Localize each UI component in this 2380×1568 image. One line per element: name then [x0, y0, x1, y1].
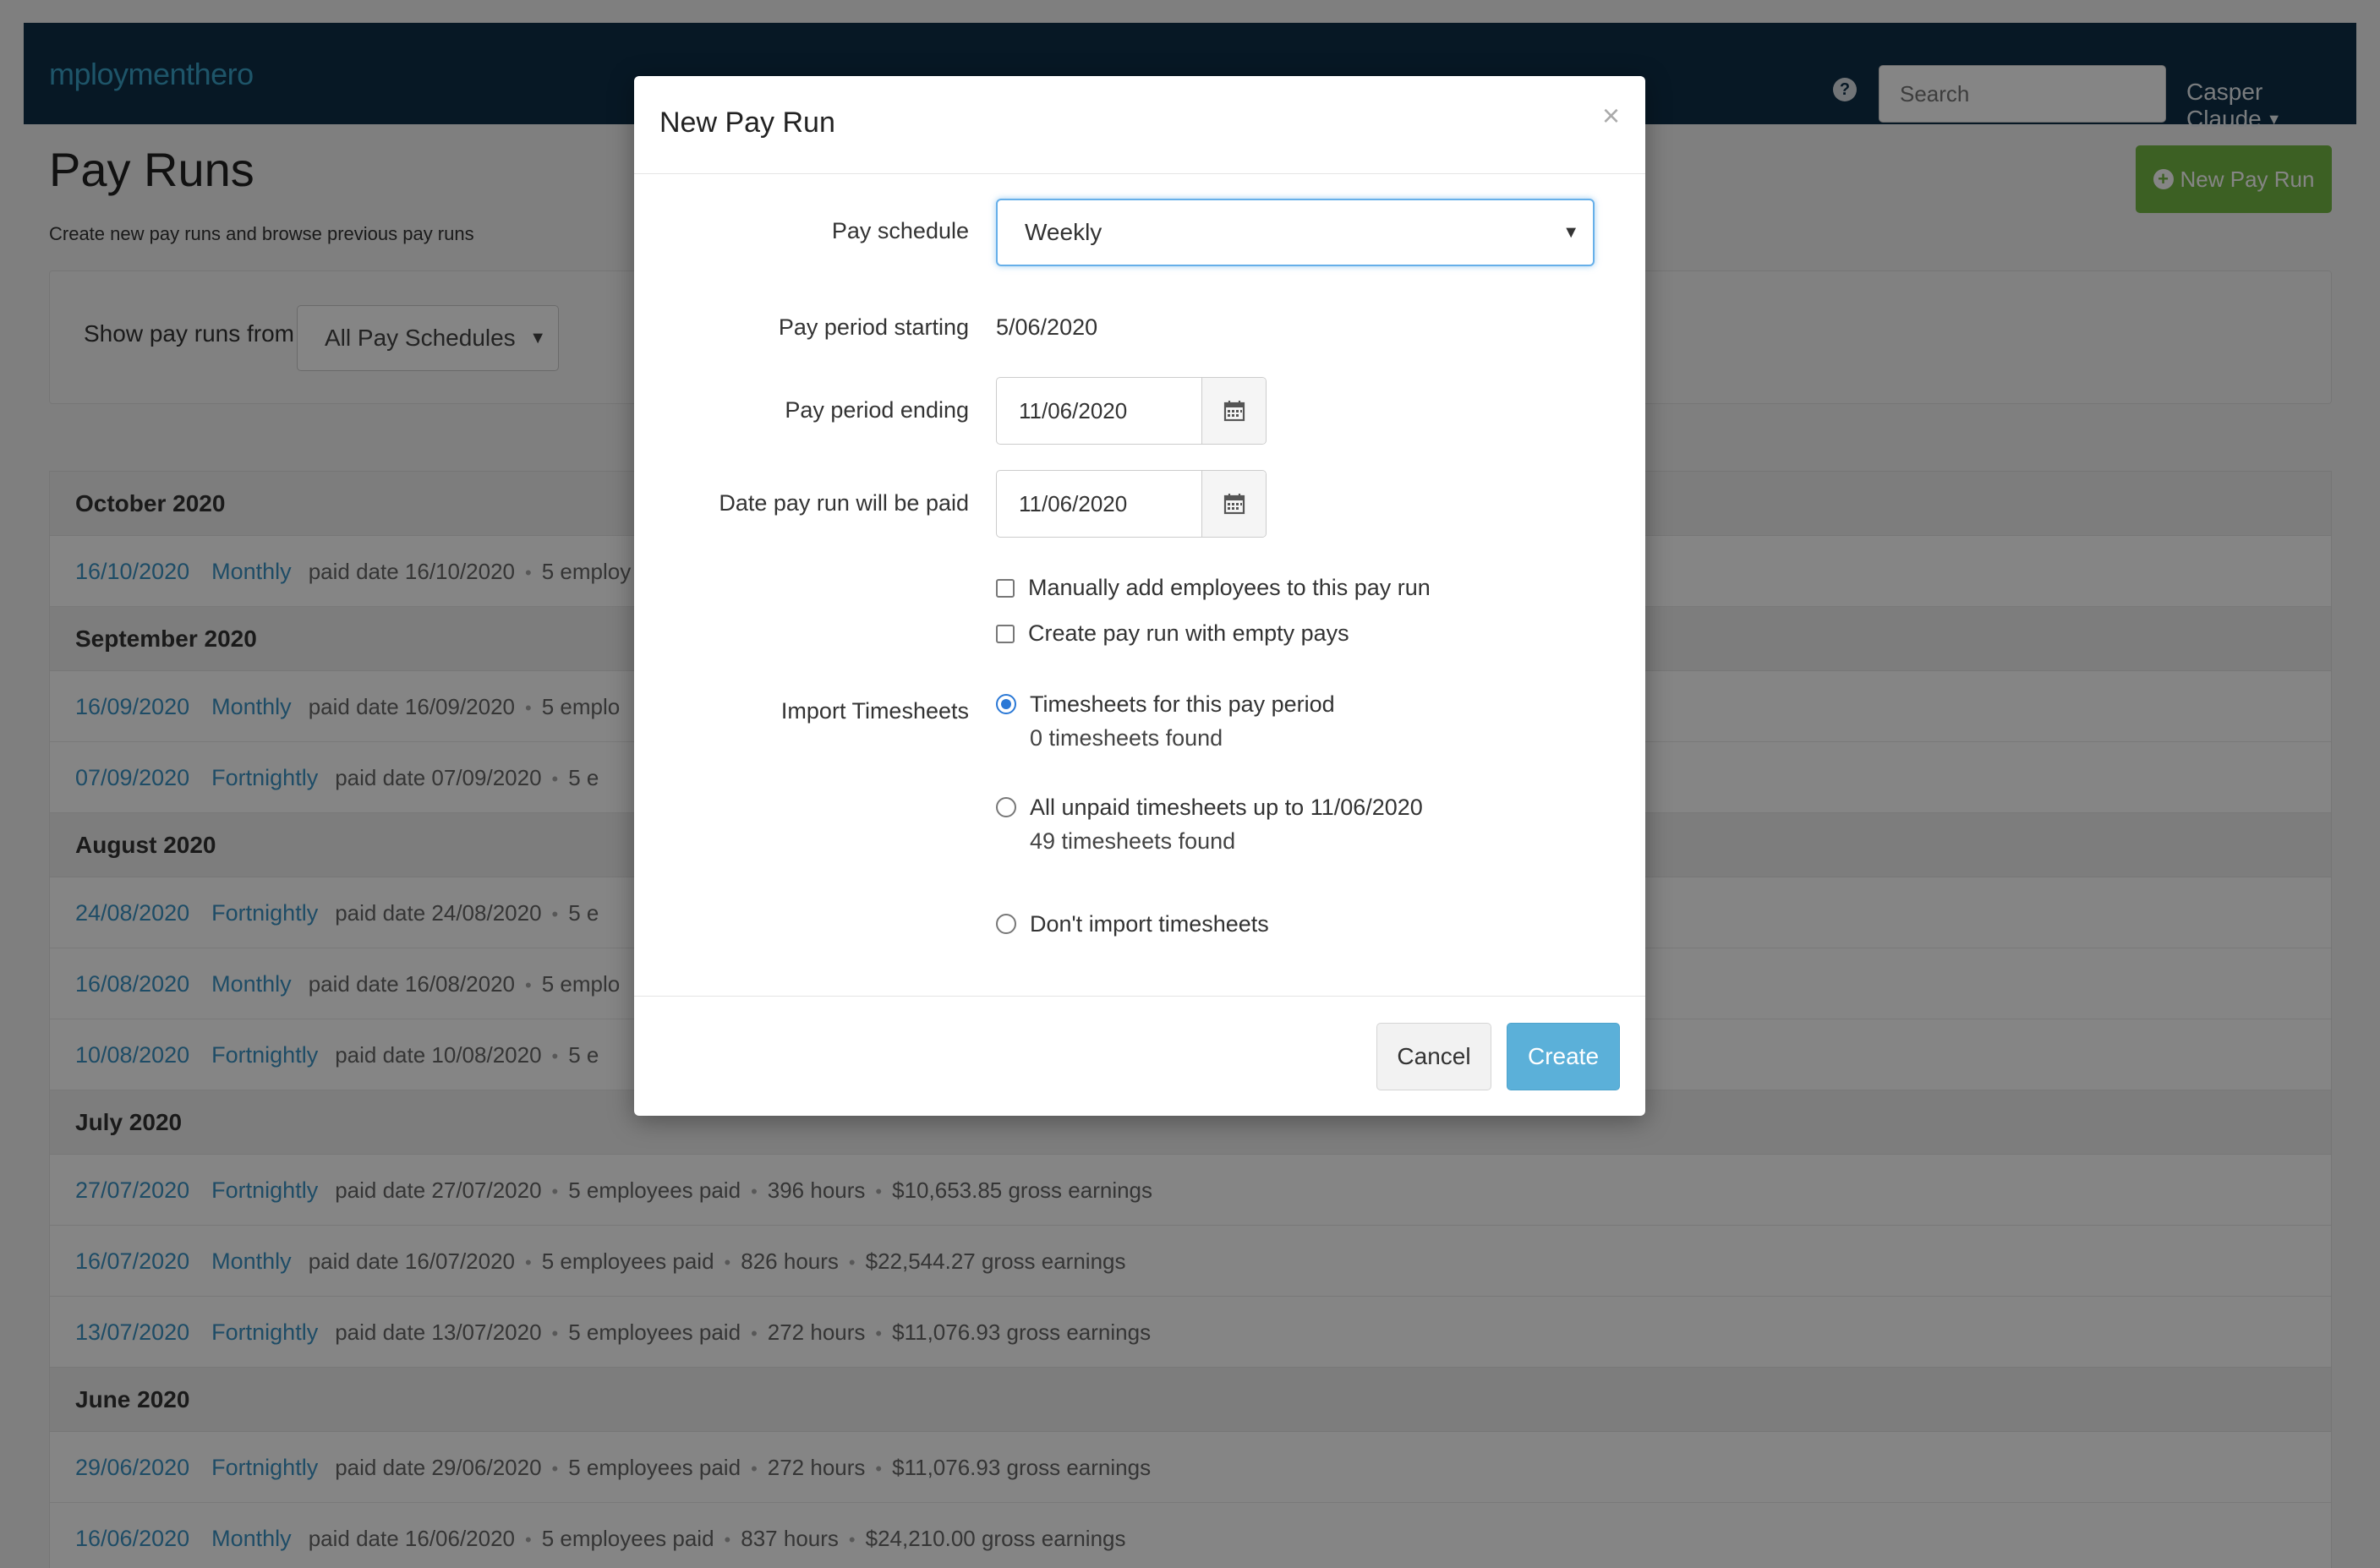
pay-period-starting-label: Pay period starting — [778, 314, 969, 340]
empty-pays-label: Create pay run with empty pays — [1028, 620, 1349, 646]
pay-period-starting-value: 5/06/2020 — [996, 314, 1098, 340]
manual-add-checkbox-row[interactable]: Manually add employees to this pay run — [996, 575, 1431, 601]
empty-pays-checkbox-row[interactable]: Create pay run with empty pays — [996, 620, 1349, 647]
close-icon[interactable]: × — [1602, 98, 1620, 134]
modal-footer-divider — [634, 996, 1645, 997]
pay-period-ending-input[interactable]: 11/06/2020 — [996, 377, 1267, 445]
calendar-icon[interactable] — [1201, 471, 1266, 537]
create-button[interactable]: Create — [1507, 1023, 1620, 1090]
option-unpaid-count: 49 timesheets found — [1030, 828, 1236, 854]
manual-add-checkbox[interactable] — [996, 579, 1015, 598]
pay-schedule-select[interactable]: Weekly ▼ — [996, 199, 1595, 266]
cancel-button[interactable]: Cancel — [1376, 1023, 1491, 1090]
paid-date-label: Date pay run will be paid — [719, 490, 969, 516]
radio-timesheets-period[interactable]: Timesheets for this pay period — [996, 691, 1335, 718]
paid-date-value: 11/06/2020 — [1019, 491, 1128, 516]
option-period-label: Timesheets for this pay period — [1030, 691, 1335, 717]
empty-pays-checkbox[interactable] — [996, 625, 1015, 643]
chevron-down-icon: ▼ — [1562, 223, 1579, 242]
option-unpaid-label: All unpaid timesheets up to 11/06/2020 — [1030, 795, 1423, 820]
option-period-count: 0 timesheets found — [1030, 725, 1223, 751]
radio-dont-import[interactable]: Don't import timesheets — [996, 911, 1269, 937]
pay-period-ending-label: Pay period ending — [785, 397, 969, 423]
calendar-icon[interactable] — [1201, 378, 1266, 444]
modal-title: New Pay Run — [659, 107, 835, 139]
pay-period-ending-value: 11/06/2020 — [1019, 398, 1128, 423]
radio-unpaid-timesheets[interactable]: All unpaid timesheets up to 11/06/2020 — [996, 795, 1423, 821]
paid-date-input[interactable]: 11/06/2020 — [996, 470, 1267, 538]
import-timesheets-label: Import Timesheets — [780, 698, 969, 724]
modal-header: New Pay Run × — [634, 76, 1645, 174]
radio-button[interactable] — [996, 797, 1016, 817]
pay-schedule-value: Weekly — [1025, 219, 1102, 245]
radio-button-selected[interactable] — [996, 694, 1016, 714]
radio-button[interactable] — [996, 914, 1016, 934]
manual-add-label: Manually add employees to this pay run — [1028, 575, 1431, 600]
pay-schedule-label: Pay schedule — [831, 218, 969, 243]
new-pay-run-modal: New Pay Run × Pay schedule Weekly ▼ Pay … — [634, 76, 1645, 1116]
option-none-label: Don't import timesheets — [1030, 911, 1269, 937]
